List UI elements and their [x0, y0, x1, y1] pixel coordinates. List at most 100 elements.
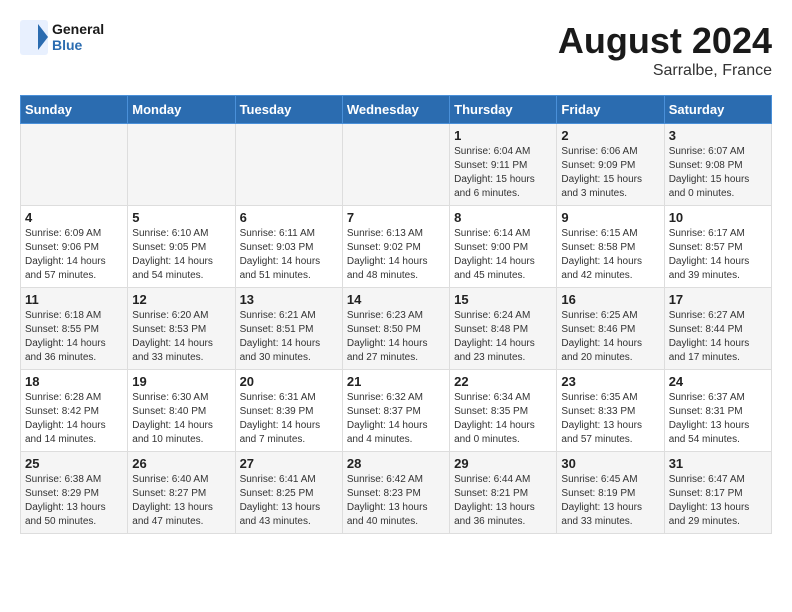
calendar-cell [128, 124, 235, 206]
day-number: 20 [240, 374, 338, 389]
calendar-cell: 14Sunrise: 6:23 AM Sunset: 8:50 PM Dayli… [342, 288, 449, 370]
page-header: General Blue August 2024 Sarralbe, Franc… [20, 20, 772, 80]
calendar-cell: 8 Sunrise: 6:14 AM Sunset: 9:00 PM Daylig… [450, 206, 557, 288]
col-thursday: Thursday [450, 96, 557, 124]
day-number: 2 [561, 128, 659, 143]
day-number: 10 [669, 210, 767, 225]
day-number: 19 [132, 374, 230, 389]
day-number: 14 [347, 292, 445, 307]
day-info: Sunrise: 6:18 AM Sunset: 8:55 PM Dayligh… [25, 309, 123, 365]
calendar-cell: 27Sunrise: 6:41 AM Sunset: 8:25 PM Dayli… [235, 452, 342, 534]
day-info: Sunrise: 6:31 AM Sunset: 8:39 PM Dayligh… [240, 391, 338, 447]
calendar-cell [235, 124, 342, 206]
day-info: Sunrise: 6:28 AM Sunset: 8:42 PM Dayligh… [25, 391, 123, 447]
day-number: 6 [240, 210, 338, 225]
day-number: 21 [347, 374, 445, 389]
day-info: Sunrise: 6:10 AM Sunset: 9:05 PM Dayligh… [132, 227, 230, 283]
day-info: Sunrise: 6:07 AM Sunset: 9:08 PM Dayligh… [669, 145, 767, 201]
day-number: 24 [669, 374, 767, 389]
location: Sarralbe, France [558, 62, 772, 80]
day-info: Sunrise: 6:06 AM Sunset: 9:09 PM Dayligh… [561, 145, 659, 201]
calendar-cell: 3 Sunrise: 6:07 AM Sunset: 9:08 PM Daylig… [664, 124, 771, 206]
calendar-week-row: 11 Sunrise: 6:18 AM Sunset: 8:55 PM Dayli… [21, 288, 772, 370]
calendar-cell: 15Sunrise: 6:24 AM Sunset: 8:48 PM Dayli… [450, 288, 557, 370]
day-info: Sunrise: 6:09 AM Sunset: 9:06 PM Dayligh… [25, 227, 123, 283]
calendar-cell [342, 124, 449, 206]
calendar-cell: 25 Sunrise: 6:38 AM Sunset: 8:29 PM Dayli… [21, 452, 128, 534]
day-info: Sunrise: 6:04 AM Sunset: 9:11 PM Dayligh… [454, 145, 552, 201]
day-info: Sunrise: 6:13 AM Sunset: 9:02 PM Dayligh… [347, 227, 445, 283]
day-number: 12 [132, 292, 230, 307]
col-tuesday: Tuesday [235, 96, 342, 124]
calendar-table: Sunday Monday Tuesday Wednesday Thursday… [20, 95, 772, 534]
day-info: Sunrise: 6:41 AM Sunset: 8:25 PM Dayligh… [240, 473, 338, 529]
day-info: Sunrise: 6:17 AM Sunset: 8:57 PM Dayligh… [669, 227, 767, 283]
day-number: 25 [25, 456, 123, 471]
calendar-week-row: 25 Sunrise: 6:38 AM Sunset: 8:29 PM Dayli… [21, 452, 772, 534]
day-number: 3 [669, 128, 767, 143]
logo-blue: Blue [52, 38, 104, 53]
day-number: 26 [132, 456, 230, 471]
day-number: 30 [561, 456, 659, 471]
calendar-cell: 23 Sunrise: 6:35 AM Sunset: 8:33 PM Dayli… [557, 370, 664, 452]
day-number: 17 [669, 292, 767, 307]
calendar-cell: 30 Sunrise: 6:45 AM Sunset: 8:19 PM Dayli… [557, 452, 664, 534]
day-number: 15 [454, 292, 552, 307]
calendar-cell: 1 Sunrise: 6:04 AM Sunset: 9:11 PM Daylig… [450, 124, 557, 206]
day-number: 1 [454, 128, 552, 143]
calendar-cell: 11 Sunrise: 6:18 AM Sunset: 8:55 PM Dayli… [21, 288, 128, 370]
day-number: 13 [240, 292, 338, 307]
day-info: Sunrise: 6:47 AM Sunset: 8:17 PM Dayligh… [669, 473, 767, 529]
day-info: Sunrise: 6:21 AM Sunset: 8:51 PM Dayligh… [240, 309, 338, 365]
calendar-cell: 21Sunrise: 6:32 AM Sunset: 8:37 PM Dayli… [342, 370, 449, 452]
calendar-week-row: 18Sunrise: 6:28 AM Sunset: 8:42 PM Dayli… [21, 370, 772, 452]
day-info: Sunrise: 6:37 AM Sunset: 8:31 PM Dayligh… [669, 391, 767, 447]
calendar-cell: 12 Sunrise: 6:20 AM Sunset: 8:53 PM Dayli… [128, 288, 235, 370]
day-number: 4 [25, 210, 123, 225]
logo-svg [20, 20, 50, 55]
calendar-week-row: 1 Sunrise: 6:04 AM Sunset: 9:11 PM Daylig… [21, 124, 772, 206]
calendar-cell: 2 Sunrise: 6:06 AM Sunset: 9:09 PM Daylig… [557, 124, 664, 206]
day-info: Sunrise: 6:45 AM Sunset: 8:19 PM Dayligh… [561, 473, 659, 529]
day-number: 28 [347, 456, 445, 471]
day-info: Sunrise: 6:42 AM Sunset: 8:23 PM Dayligh… [347, 473, 445, 529]
day-number: 7 [347, 210, 445, 225]
col-friday: Friday [557, 96, 664, 124]
calendar-cell: 7 Sunrise: 6:13 AM Sunset: 9:02 PM Daylig… [342, 206, 449, 288]
day-number: 29 [454, 456, 552, 471]
calendar-cell: 24 Sunrise: 6:37 AM Sunset: 8:31 PM Dayli… [664, 370, 771, 452]
day-info: Sunrise: 6:35 AM Sunset: 8:33 PM Dayligh… [561, 391, 659, 447]
calendar-cell: 17 Sunrise: 6:27 AM Sunset: 8:44 PM Dayli… [664, 288, 771, 370]
calendar-cell: 20 Sunrise: 6:31 AM Sunset: 8:39 PM Dayli… [235, 370, 342, 452]
calendar-cell: 31 Sunrise: 6:47 AM Sunset: 8:17 PM Dayli… [664, 452, 771, 534]
calendar-header: Sunday Monday Tuesday Wednesday Thursday… [21, 96, 772, 124]
calendar-cell: 22 Sunrise: 6:34 AM Sunset: 8:35 PM Dayli… [450, 370, 557, 452]
day-info: Sunrise: 6:14 AM Sunset: 9:00 PM Dayligh… [454, 227, 552, 283]
day-number: 5 [132, 210, 230, 225]
calendar-cell: 6 Sunrise: 6:11 AM Sunset: 9:03 PM Daylig… [235, 206, 342, 288]
day-number: 11 [25, 292, 123, 307]
calendar-week-row: 4 Sunrise: 6:09 AM Sunset: 9:06 PM Daylig… [21, 206, 772, 288]
day-number: 16 [561, 292, 659, 307]
day-info: Sunrise: 6:20 AM Sunset: 8:53 PM Dayligh… [132, 309, 230, 365]
day-info: Sunrise: 6:27 AM Sunset: 8:44 PM Dayligh… [669, 309, 767, 365]
calendar-cell: 19Sunrise: 6:30 AM Sunset: 8:40 PM Dayli… [128, 370, 235, 452]
calendar-cell: 28 Sunrise: 6:42 AM Sunset: 8:23 PM Dayli… [342, 452, 449, 534]
calendar-cell: 9Sunrise: 6:15 AM Sunset: 8:58 PM Daylig… [557, 206, 664, 288]
day-number: 31 [669, 456, 767, 471]
calendar-cell: 4 Sunrise: 6:09 AM Sunset: 9:06 PM Daylig… [21, 206, 128, 288]
day-number: 23 [561, 374, 659, 389]
header-row: Sunday Monday Tuesday Wednesday Thursday… [21, 96, 772, 124]
calendar-cell: 26Sunrise: 6:40 AM Sunset: 8:27 PM Dayli… [128, 452, 235, 534]
day-info: Sunrise: 6:11 AM Sunset: 9:03 PM Dayligh… [240, 227, 338, 283]
calendar-cell: 16Sunrise: 6:25 AM Sunset: 8:46 PM Dayli… [557, 288, 664, 370]
calendar-cell: 18Sunrise: 6:28 AM Sunset: 8:42 PM Dayli… [21, 370, 128, 452]
day-number: 8 [454, 210, 552, 225]
calendar-cell: 5 Sunrise: 6:10 AM Sunset: 9:05 PM Daylig… [128, 206, 235, 288]
col-wednesday: Wednesday [342, 96, 449, 124]
day-info: Sunrise: 6:34 AM Sunset: 8:35 PM Dayligh… [454, 391, 552, 447]
logo: General Blue [20, 20, 104, 55]
day-number: 22 [454, 374, 552, 389]
day-info: Sunrise: 6:44 AM Sunset: 8:21 PM Dayligh… [454, 473, 552, 529]
day-info: Sunrise: 6:38 AM Sunset: 8:29 PM Dayligh… [25, 473, 123, 529]
